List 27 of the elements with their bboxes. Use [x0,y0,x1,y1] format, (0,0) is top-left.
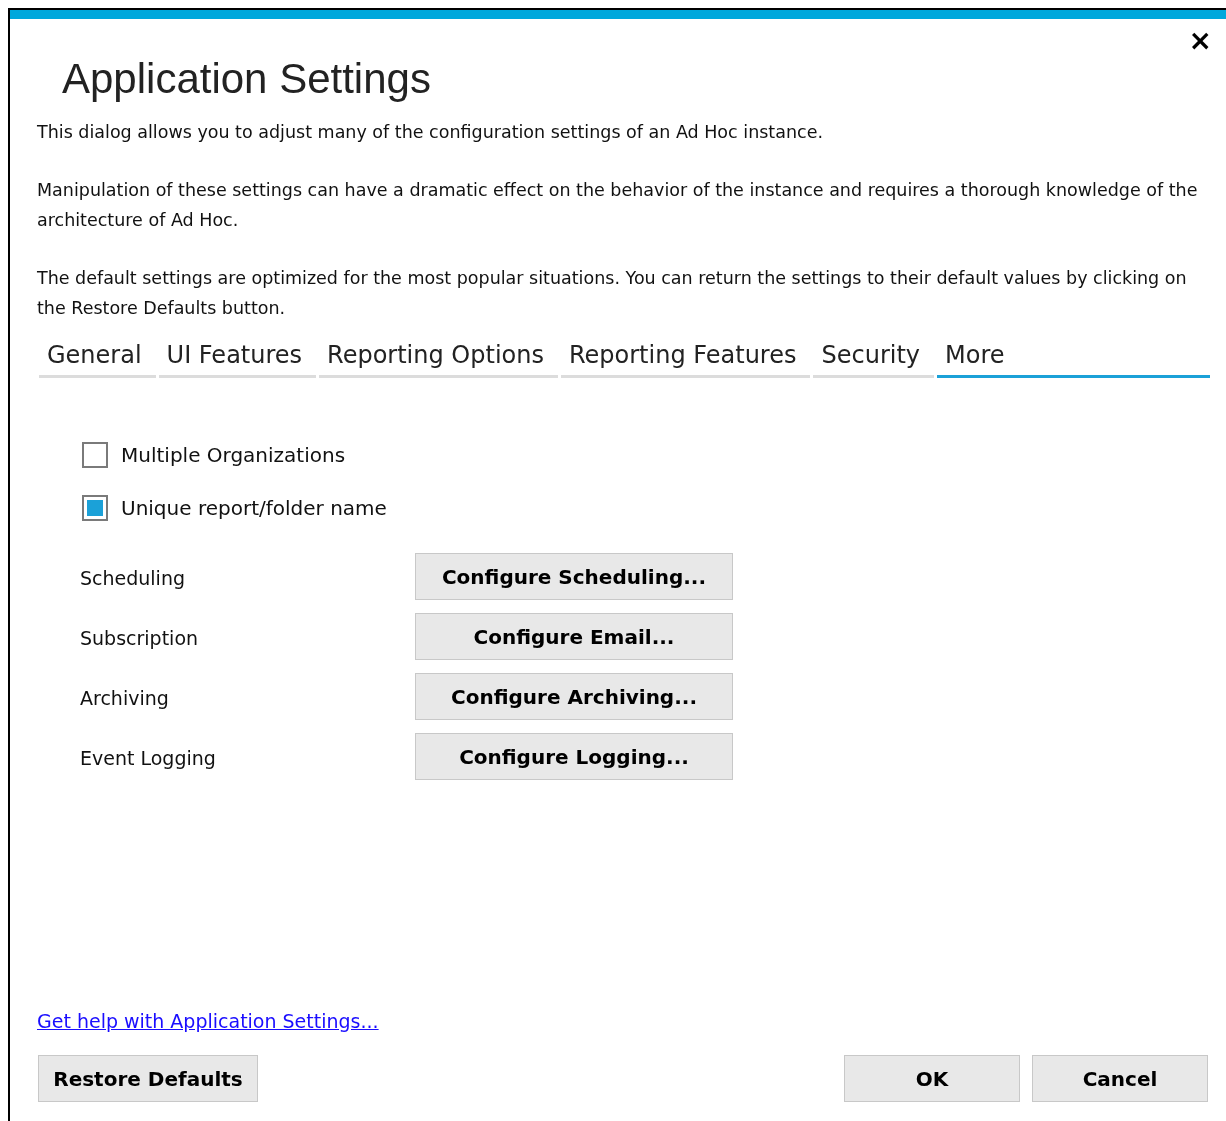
tab[interactable]: Reporting Features [560,337,811,378]
checkbox-label: Unique report/folder name [121,495,387,522]
tab[interactable]: UI Features [158,337,317,378]
checkbox[interactable] [82,442,108,468]
setting-label: Event Logging [80,746,217,772]
cancel-button[interactable]: Cancel [1032,1055,1208,1102]
description-paragraph: The default settings are optimized for the most popular situations. You can return the settings to their default values by clicking on the Restore Defaults button. [37,267,1188,320]
configure-button[interactable]: Configure Archiving... [415,673,733,720]
restore-defaults-button[interactable]: Restore Defaults [38,1055,258,1102]
setting-label: Subscription [80,626,200,652]
close-button[interactable]: × [1188,25,1212,57]
setting-label: Scheduling [80,566,186,592]
tab[interactable]: More [937,337,1210,378]
configure-button[interactable]: Configure Logging... [415,733,733,780]
tab[interactable]: Security [813,337,935,378]
description-paragraph: This dialog allows you to adjust many of the configuration settings of an Ad Hoc instance. [37,121,824,144]
tab[interactable]: Reporting Options [319,337,558,378]
configure-button[interactable]: Configure Email... [415,613,733,660]
tab[interactable]: General [39,337,156,378]
checkbox-label: Multiple Organizations [121,442,346,469]
configure-button[interactable]: Configure Scheduling... [415,553,733,600]
window-title: Application Settings [62,54,432,104]
description-paragraph: Manipulation of these settings can have a dramatic effect on the behavior of the instance and requires a thorough knowledge of the architecture of Ad Hoc. [37,179,1199,232]
checkbox[interactable] [82,495,108,521]
help-link[interactable]: Get help with Application Settings... [37,1009,379,1032]
setting-label: Archiving [80,686,170,712]
ok-button[interactable]: OK [844,1055,1020,1102]
